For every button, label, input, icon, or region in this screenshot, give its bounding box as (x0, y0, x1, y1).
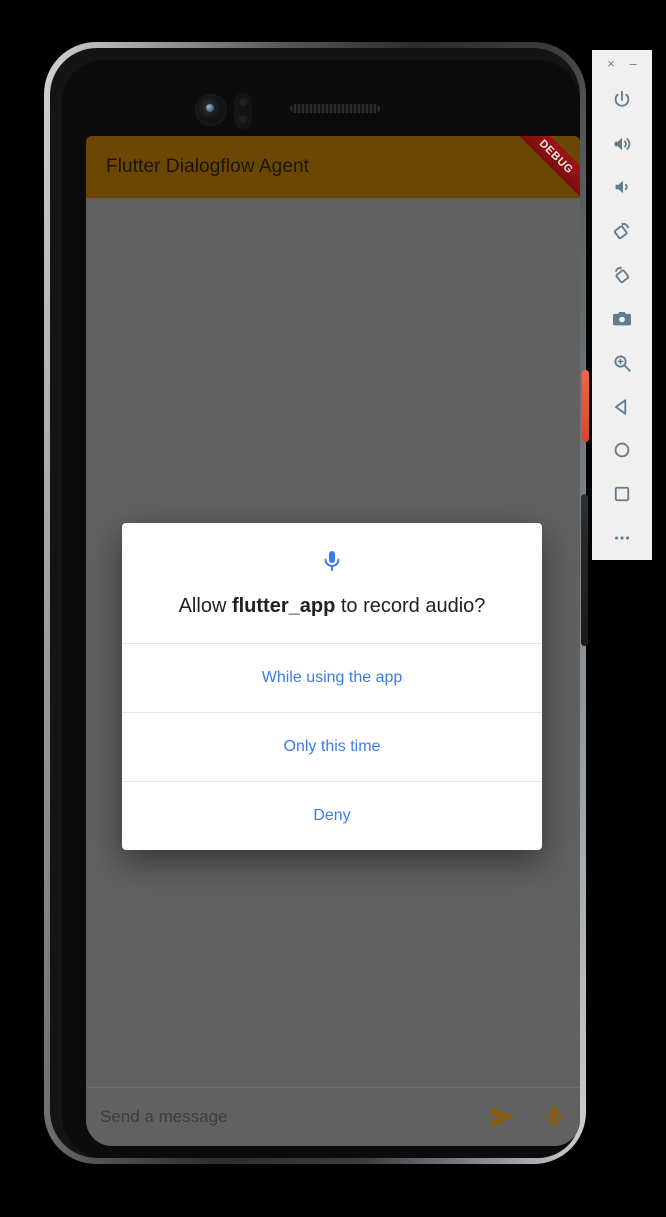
back-icon[interactable] (592, 385, 652, 429)
screenshot-camera-icon[interactable] (592, 297, 652, 341)
permission-option-label: Only this time (283, 738, 381, 755)
volume-down-icon[interactable] (592, 166, 652, 210)
device-inner-frame: Flutter Dialogflow Agent DEBUG Allow flu… (50, 48, 580, 1158)
power-icon[interactable] (592, 78, 652, 122)
permission-option-while-using-the-app[interactable]: While using the app (122, 643, 542, 712)
microphone-icon[interactable] (528, 1104, 580, 1130)
screenshot-root: Flutter Dialogflow Agent DEBUG Allow flu… (0, 0, 666, 1217)
debug-banner-label: DEBUG (536, 137, 576, 177)
earpiece-speaker-icon (290, 104, 380, 113)
permission-option-deny[interactable]: Deny (122, 781, 542, 850)
permission-option-label: Deny (313, 807, 351, 824)
volume-up-icon[interactable] (592, 122, 652, 166)
permission-prompt-prefix: Allow (178, 595, 232, 617)
home-icon[interactable] (592, 429, 652, 473)
debug-banner: DEBUG (507, 136, 580, 198)
rotate-right-icon[interactable] (592, 253, 652, 297)
phone-screen[interactable]: Flutter Dialogflow Agent DEBUG Allow flu… (86, 136, 580, 1146)
proximity-sensor-icon (234, 93, 252, 129)
permission-option-label: While using the app (261, 669, 403, 686)
overview-icon[interactable] (592, 472, 652, 516)
android-emulator-device: Flutter Dialogflow Agent DEBUG Allow flu… (44, 42, 589, 1164)
permission-dialog-header: Allow flutter_app to record audio? (122, 523, 542, 643)
emulator-toolbar: × – (592, 50, 652, 560)
permission-prompt-text: Allow flutter_app to record audio? (146, 593, 518, 619)
permission-dialog: Allow flutter_app to record audio? While… (122, 523, 542, 850)
message-input-bar: Send a message (86, 1087, 580, 1146)
emulator-window-controls: × – (592, 50, 652, 78)
message-input[interactable]: Send a message (100, 1107, 476, 1127)
microphone-icon (320, 549, 344, 573)
rotate-left-icon[interactable] (592, 209, 652, 253)
device-bezel: Flutter Dialogflow Agent DEBUG Allow flu… (62, 60, 580, 1158)
more-icon[interactable] (592, 516, 652, 560)
front-camera-icon (197, 96, 225, 124)
permission-option-only-this-time[interactable]: Only this time (122, 712, 542, 781)
app-bar-title: Flutter Dialogflow Agent (106, 156, 310, 177)
send-icon[interactable] (476, 1103, 528, 1131)
app-bar: Flutter Dialogflow Agent DEBUG (86, 136, 580, 198)
zoom-icon[interactable] (592, 341, 652, 385)
device-volume-rocker[interactable] (581, 494, 588, 646)
chat-body-scrim: Allow flutter_app to record audio? While… (86, 198, 580, 1087)
permission-prompt-app-name: flutter_app (231, 595, 336, 617)
device-power-button[interactable] (582, 370, 589, 442)
close-icon[interactable]: × (603, 57, 619, 70)
permission-prompt-suffix: to record audio? (335, 595, 486, 617)
minimize-icon[interactable]: – (625, 57, 641, 70)
